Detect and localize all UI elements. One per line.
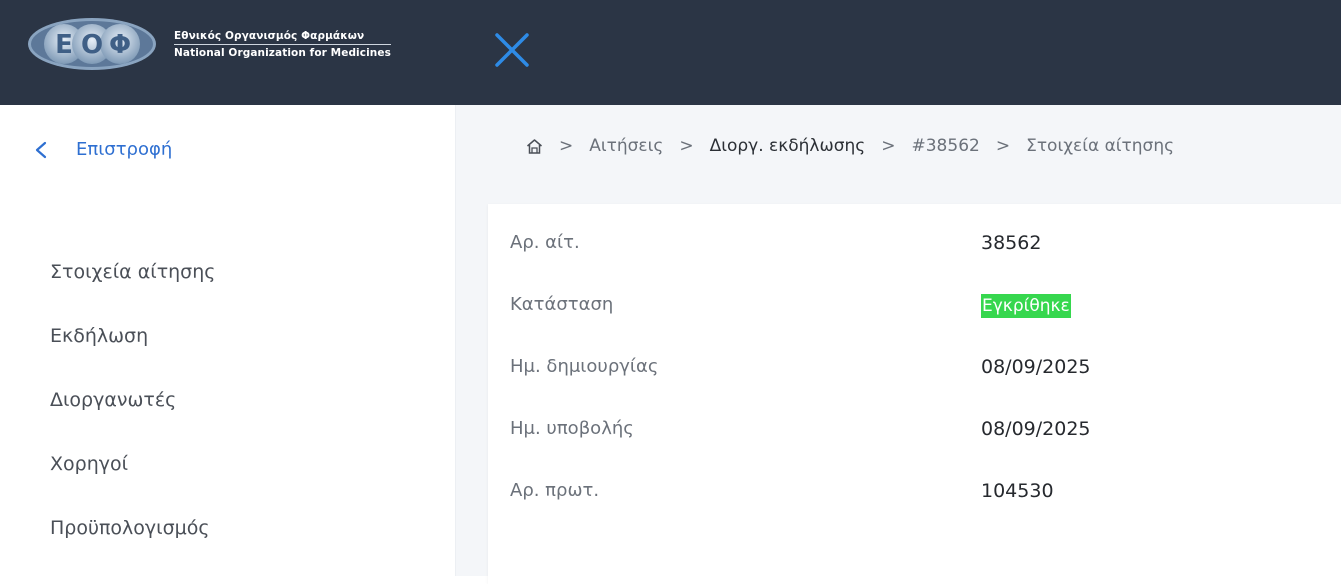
details-card: Αρ. αίτ. 38562 Κατάσταση Εγκρίθηκε Ημ. δ… [488,204,1341,584]
breadcrumb-event-organization[interactable]: Διοργ. εκδήλωσης [710,136,866,156]
breadcrumb-separator-icon: > [559,136,574,156]
breadcrumb-separator-icon: > [995,136,1011,156]
field-value: 104530 [981,480,1054,502]
eof-logo-icon: Ε Ο Φ [28,18,156,70]
field-label: Αρ. αίτ. [510,232,580,253]
svg-text:Ο: Ο [81,30,103,60]
field-value: 38562 [981,232,1042,254]
breadcrumb-applications[interactable]: Αιτήσεις [589,136,663,156]
breadcrumb-separator-icon: > [679,136,694,156]
chevron-left-icon [35,141,47,158]
sidebar-item-event[interactable]: Εκδήλωση [50,321,215,385]
top-bar: Ε Ο Φ Εθνικός Οργανισμός Φαρμάκων Nation… [0,0,1341,105]
logo-text-english: National Organization for Medicines [174,46,391,59]
sidebar-item-organizers[interactable]: Διοργανωτές [50,385,215,449]
sidebar: Επιστροφή Στοιχεία αίτησης Εκδήλωση Διορ… [0,105,456,576]
back-label: Επιστροφή [76,139,173,160]
field-label: Αρ. πρωτ. [510,480,600,501]
sidebar-item-budget[interactable]: Προϋπολογισμός [50,513,215,577]
breadcrumb-separator-icon: > [881,136,896,156]
logo-text-greek: Εθνικός Οργανισμός Φαρμάκων [174,29,391,45]
svg-text:Φ: Φ [109,30,131,60]
breadcrumb: > Αιτήσεις > Διοργ. εκδήλωσης > #38562 >… [526,136,1174,156]
sidebar-nav: Στοιχεία αίτησης Εκδήλωση Διοργανωτές Χο… [50,257,215,577]
svg-text:Ε: Ε [55,30,73,60]
field-label: Ημ. υποβολής [510,418,634,439]
back-link[interactable]: Επιστροφή [34,139,172,160]
status-badge: Εγκρίθηκε [981,294,1071,318]
logo-text: Εθνικός Οργανισμός Φαρμάκων National Org… [174,29,391,60]
field-value: 08/09/2025 [981,356,1091,378]
breadcrumb-current-page: Στοιχεία αίτησης [1026,136,1175,156]
breadcrumb-application-id[interactable]: #38562 [912,136,980,156]
main-content: > Αιτήσεις > Διοργ. εκδήλωσης > #38562 >… [456,105,1341,584]
close-button[interactable] [492,30,532,70]
sidebar-item-sponsors[interactable]: Χορηγοί [50,449,215,513]
field-label: Κατάσταση [510,294,614,315]
eof-logo[interactable]: Ε Ο Φ Εθνικός Οργανισμός Φαρμάκων Nation… [26,16,391,72]
field-label: Ημ. δημιουργίας [510,356,659,377]
close-x-icon [495,33,529,67]
field-value: 08/09/2025 [981,418,1091,440]
home-icon[interactable] [526,138,543,155]
sidebar-item-application-details[interactable]: Στοιχεία αίτησης [50,257,215,321]
